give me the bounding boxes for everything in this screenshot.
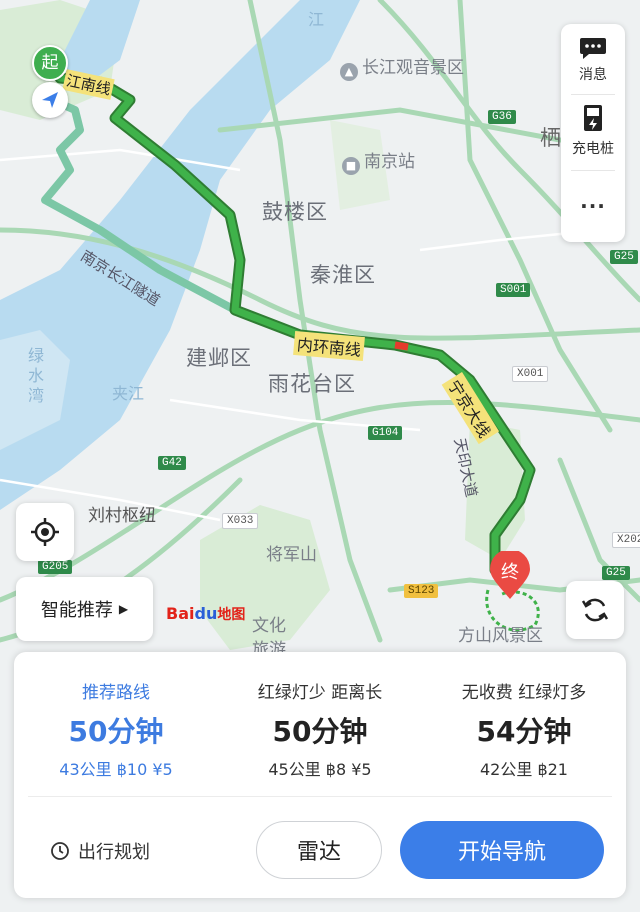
refresh-button[interactable] <box>566 581 624 639</box>
message-icon <box>580 38 606 59</box>
clock-icon <box>51 842 69 860</box>
smart-recommend-button[interactable]: 智能推荐 ▶ <box>16 577 153 641</box>
more-icon: ··· <box>580 194 606 218</box>
route-card: 推荐路线 50分钟 43公里 ฿10 ¥5 红绿灯少 距离长 50分钟 45公里… <box>14 652 626 898</box>
poi-liucun-hub[interactable]: 刘村枢纽 <box>88 501 156 526</box>
caret-right-icon: ▶ <box>118 602 129 616</box>
charging-station-button[interactable]: 充电桩 <box>561 104 625 158</box>
current-location-icon <box>32 82 68 118</box>
route-option-no-toll[interactable]: 无收费 红绿灯多 54分钟 42公里 ฿21 <box>422 652 626 796</box>
water-label-lvshuiwan: 绿水湾 <box>28 346 45 405</box>
shield-x001: X001 <box>512 366 549 382</box>
end-marker[interactable]: 终 <box>488 551 532 601</box>
route-option-recommended[interactable]: 推荐路线 50分钟 43公里 ฿10 ¥5 <box>14 652 218 796</box>
side-divider <box>571 94 615 95</box>
target-icon <box>31 518 59 546</box>
shield-g42: G42 <box>158 456 186 470</box>
water-label-jiajiang: 夹江 <box>112 384 145 403</box>
district-label-yuhuatai: 雨花台区 <box>268 372 356 396</box>
shield-x033: X033 <box>222 513 259 529</box>
route-option-fewer-lights[interactable]: 红绿灯少 距离长 50分钟 45公里 ฿8 ¥5 <box>218 652 422 796</box>
station-icon: ■ <box>342 157 360 175</box>
poi-nanjing-station[interactable]: ■ 南京站 <box>342 147 415 175</box>
more-button[interactable]: ··· <box>561 194 625 218</box>
district-label-jianye: 建邺区 <box>186 346 252 370</box>
water-label-jiang: 江 <box>308 10 325 29</box>
scenic-icon: ▲ <box>340 63 358 81</box>
side-panel: 消息 充电桩 ··· <box>561 24 625 242</box>
card-divider <box>28 796 612 797</box>
side-divider <box>571 170 615 171</box>
shield-g36: G36 <box>488 110 516 124</box>
district-label-partial-qi: 栖 <box>540 126 562 150</box>
trip-plan-button[interactable]: 出行规划 <box>50 838 150 864</box>
shield-s123: S123 <box>404 584 439 598</box>
shield-x202: X202 <box>612 532 640 548</box>
refresh-icon <box>581 598 609 622</box>
radar-button[interactable]: 雷达 <box>256 821 382 879</box>
district-label-qinhuai: 秦淮区 <box>310 263 376 287</box>
baidu-map-logo: Baidu地图 <box>166 604 246 623</box>
shield-g25-bottom: G25 <box>602 566 630 580</box>
poi-jiangjunshan[interactable]: 将军山 <box>266 540 317 565</box>
start-marker[interactable]: 起 <box>32 45 68 81</box>
charging-icon <box>584 105 602 131</box>
shield-s001: S001 <box>496 283 531 297</box>
shield-g205: G205 <box>38 560 73 574</box>
messages-button[interactable]: 消息 <box>561 36 625 84</box>
shield-g25-top: G25 <box>610 250 638 264</box>
start-navigation-button[interactable]: 开始导航 <box>400 821 604 879</box>
district-label-gulou: 鼓楼区 <box>262 200 328 224</box>
shield-g104: G104 <box>368 426 403 440</box>
poi-fangshan[interactable]: 方山风景区 <box>458 621 543 646</box>
locate-button[interactable] <box>16 503 74 561</box>
poi-guanyin[interactable]: ▲ 长江观音景区 <box>340 53 464 81</box>
